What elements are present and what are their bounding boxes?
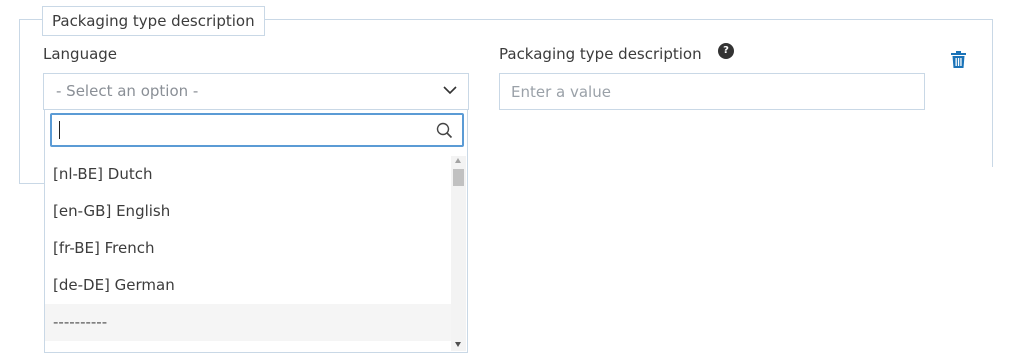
language-dropdown: [nl-BE] Dutch [en-GB] English [fr-BE] Fr… — [44, 110, 468, 353]
list-item[interactable]: [de-DE] German — [45, 267, 451, 304]
dropdown-search-input[interactable] — [58, 119, 428, 141]
list-item[interactable]: [en-GB] English — [45, 193, 451, 230]
description-label: Packaging type description — [499, 45, 702, 63]
text-caret — [59, 121, 60, 139]
scroll-down-arrow[interactable] — [455, 342, 461, 347]
fieldset-border-right — [992, 19, 993, 167]
chevron-down-icon — [443, 86, 457, 95]
dropdown-scrollbar[interactable] — [451, 156, 466, 351]
trash-icon[interactable] — [951, 51, 966, 68]
list-separator: ---------- — [45, 304, 451, 341]
scroll-thumb[interactable] — [453, 169, 464, 186]
language-select[interactable]: - Select an option - — [43, 73, 469, 110]
fieldset-border-bottom — [19, 183, 45, 184]
scroll-up-arrow[interactable] — [455, 158, 461, 163]
language-label: Language — [43, 45, 118, 63]
language-select-value: - Select an option - — [56, 82, 199, 100]
list-item[interactable]: [fr-BE] French — [45, 230, 451, 267]
fieldset-legend: Packaging type description — [42, 6, 265, 36]
dropdown-search[interactable] — [50, 113, 464, 147]
description-input[interactable] — [499, 73, 925, 110]
language-options-list: [nl-BE] Dutch [en-GB] English [fr-BE] Fr… — [45, 156, 451, 345]
search-icon — [436, 122, 453, 139]
list-item[interactable]: [nl-BE] Dutch — [45, 156, 451, 193]
question-circle-icon[interactable]: ? — [718, 43, 734, 59]
